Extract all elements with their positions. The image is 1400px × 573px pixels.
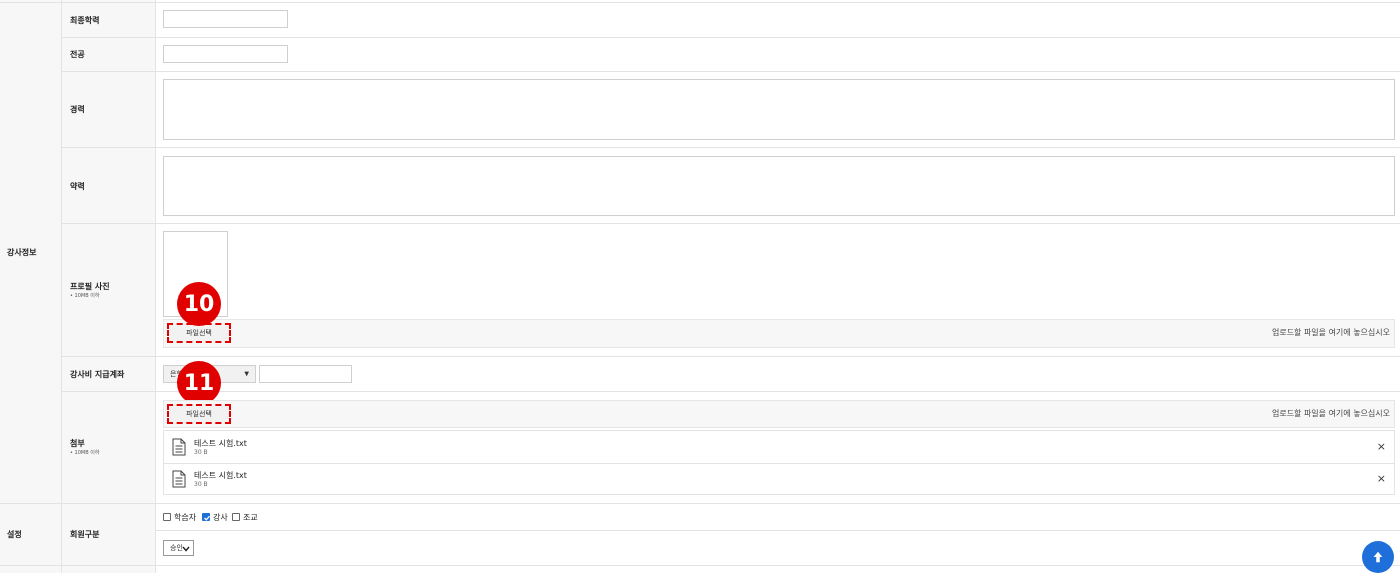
checkbox-assistant-label: 조교	[243, 513, 258, 522]
career-textarea[interactable]	[163, 79, 1395, 140]
label-brief: 약력	[70, 182, 85, 191]
attachment-row: 테스트 시험.txt 30 B ×	[164, 431, 1394, 463]
label-profile-photo: 프로필 사진	[70, 282, 110, 291]
profile-photo-note: • 10MB 이하	[70, 293, 100, 299]
label-major: 전공	[70, 50, 85, 59]
attachment-size: 30 B	[194, 481, 208, 488]
label-member-type: 회원구분	[70, 530, 100, 539]
chevron-down-icon	[182, 546, 190, 552]
scroll-top-button[interactable]	[1362, 541, 1394, 573]
approval-select-value: 승인	[170, 544, 183, 552]
approval-select[interactable]: 승인	[163, 540, 194, 556]
label-payment-account: 강사비 지급계좌	[70, 370, 125, 379]
attachment-choose-button[interactable]: 파일선택	[167, 404, 231, 424]
checkbox-learner[interactable]	[163, 513, 171, 521]
check-icon	[204, 515, 210, 521]
attachment-note: • 10MB 이하	[70, 450, 100, 456]
profile-photo-choose-button[interactable]: 파일선택	[167, 323, 231, 343]
label-education: 최종학력	[70, 16, 100, 25]
attachment-drop-hint: 업로드할 파일을 여기에 놓으십시오	[1271, 409, 1390, 418]
label-career: 경력	[70, 105, 85, 114]
profile-photo-drop-hint: 업로드할 파일을 여기에 놓으십시오	[1271, 328, 1390, 337]
checkbox-instructor[interactable]	[202, 513, 210, 521]
attachment-name: 테스트 시험.txt	[194, 471, 247, 480]
education-input[interactable]	[163, 10, 288, 28]
attachment-name: 테스트 시험.txt	[194, 439, 247, 448]
step-badge-10: 10	[177, 282, 221, 326]
file-text-icon	[172, 470, 186, 488]
attachment-size: 30 B	[194, 449, 208, 456]
checkbox-learner-label: 학습자	[174, 513, 197, 522]
section-instructor-info: 강사정보	[7, 248, 37, 257]
account-number-input[interactable]	[259, 365, 352, 383]
major-input[interactable]	[163, 45, 288, 63]
attachment-dropzone[interactable]	[163, 400, 1395, 428]
checkbox-instructor-label: 강사	[213, 513, 228, 522]
attachment-list: 테스트 시험.txt 30 B × 테스트 시험.txt 30 B ×	[163, 430, 1395, 495]
remove-attachment-icon[interactable]: ×	[1377, 472, 1386, 485]
section-column	[0, 0, 61, 573]
label-attachment: 첨부	[70, 439, 85, 448]
remove-attachment-icon[interactable]: ×	[1377, 440, 1386, 453]
section-settings: 설정	[7, 530, 22, 539]
attachment-row: 테스트 시험.txt 30 B ×	[164, 463, 1394, 495]
step-badge-11: 11	[177, 361, 221, 405]
arrow-up-icon	[1373, 551, 1383, 563]
file-text-icon	[172, 438, 186, 456]
checkbox-assistant[interactable]	[232, 513, 240, 521]
profile-photo-dropzone[interactable]	[163, 319, 1395, 348]
brief-textarea[interactable]	[163, 156, 1395, 216]
dropdown-arrow-icon: ▼	[244, 370, 249, 378]
